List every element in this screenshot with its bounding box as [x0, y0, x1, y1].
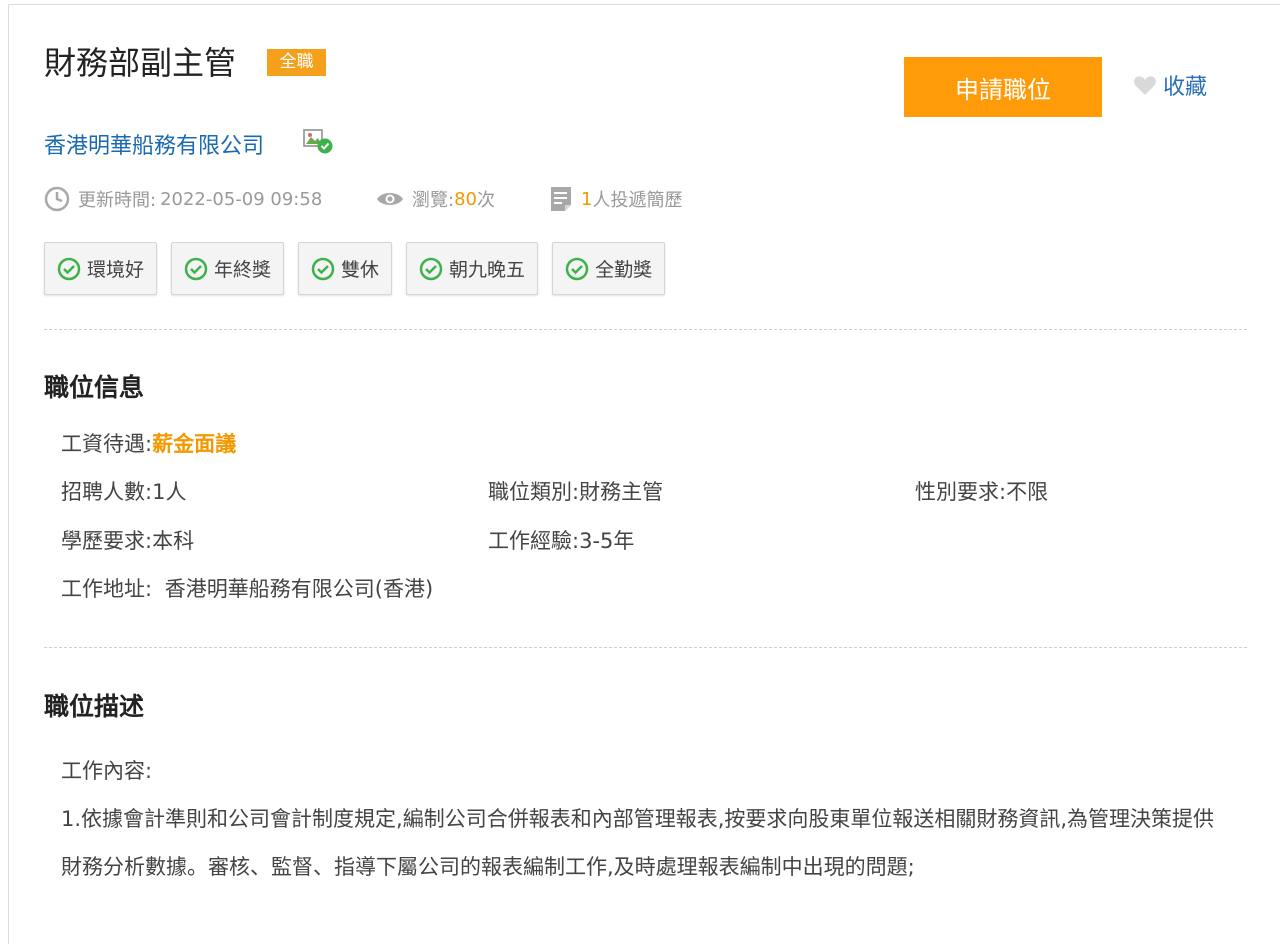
applicants-text: 人投遞簡歷 — [592, 190, 683, 211]
gender-row: 性別要求:不限 — [915, 476, 1048, 506]
check-circle-icon — [57, 257, 81, 280]
address-value: 香港明華船務有限公司(香港) — [164, 577, 434, 601]
job-description-heading: 職位描述 — [44, 692, 145, 721]
clock-icon — [44, 186, 70, 212]
salary-value: 薪金面議 — [152, 432, 237, 456]
category-row: 職位類別:財務主管 — [488, 476, 663, 506]
views-count: 80 — [454, 188, 477, 210]
benefit-tag-label: 全勤獎 — [595, 259, 653, 281]
benefit-tag: 雙休 — [298, 242, 393, 295]
check-circle-icon — [311, 257, 335, 280]
favorite-label: 收藏 — [1163, 75, 1208, 100]
apply-button-label: 申請職位 — [955, 76, 1051, 104]
salary-row: 工資待遇:薪金面議 — [61, 428, 236, 458]
job-description-body: 工作內容: 1.依據會計準則和公司會計制度規定,編制公司合併報表和內部管理報表,… — [61, 747, 1251, 891]
salary-label: 工資待遇: — [61, 432, 153, 456]
benefit-tag: 環境好 — [44, 242, 158, 295]
benefit-tags: 環境好 年終獎 雙休 朝九晚五 全勤獎 — [44, 242, 679, 295]
benefit-tag-label: 環境好 — [87, 259, 145, 281]
address-row: 工作地址: 香港明華船務有限公司(香港) — [61, 573, 433, 603]
views-unit: 次 — [476, 190, 495, 211]
description-item: 1.依據會計準則和公司會計制度規定,編制公司合併報表和內部管理報表,按要求向股東… — [61, 807, 1215, 879]
applicant-count: 1 人投遞簡歷 — [549, 185, 682, 213]
gender-label: 性別要求: — [915, 480, 1007, 504]
headcount-value: 1人 — [152, 480, 187, 504]
experience-value: 3-5年 — [579, 529, 635, 553]
education-row: 學歷要求:本科 — [61, 525, 194, 555]
category-value: 財務主管 — [579, 480, 664, 504]
company-link[interactable]: 香港明華船務有限公司 — [44, 128, 264, 160]
experience-label: 工作經驗: — [488, 529, 580, 553]
updated-value: 2022-05-09 09:58 — [160, 188, 323, 210]
address-label: 工作地址: — [61, 577, 153, 601]
benefit-tag-label: 雙休 — [341, 259, 380, 281]
category-label: 職位類別: — [488, 480, 580, 504]
work-content-label: 工作內容: — [61, 759, 153, 783]
verified-company-icon — [303, 129, 333, 154]
section-divider — [44, 647, 1247, 648]
gender-value: 不限 — [1006, 480, 1049, 504]
benefit-tag: 年終獎 — [171, 242, 285, 295]
check-circle-icon — [419, 257, 443, 280]
applicants-count: 1 — [581, 188, 593, 210]
benefit-tag-label: 朝九晚五 — [449, 259, 526, 281]
updated-time: 更新時間: 2022-05-09 09:58 — [44, 185, 322, 213]
headcount-row: 招聘人數:1人 — [61, 476, 186, 506]
experience-row: 工作經驗:3-5年 — [488, 525, 634, 555]
section-divider — [44, 329, 1247, 330]
check-circle-icon — [184, 257, 208, 280]
benefit-tag: 全勤獎 — [552, 242, 666, 295]
benefit-tag: 朝九晚五 — [406, 242, 539, 295]
favorite-button[interactable]: 收藏 — [1133, 70, 1207, 100]
document-icon — [551, 187, 571, 211]
benefit-tag-label: 年終獎 — [214, 259, 272, 281]
updated-label: 更新時間: — [78, 190, 157, 211]
job-title: 財務部副主管 — [44, 44, 237, 82]
check-circle-icon — [565, 257, 589, 280]
job-type-badge: 全職 — [267, 49, 326, 76]
headcount-label: 招聘人數: — [61, 480, 153, 504]
eye-icon — [377, 193, 403, 205]
job-info-heading: 職位信息 — [44, 373, 145, 402]
heart-icon — [1134, 76, 1156, 95]
education-value: 本科 — [152, 529, 195, 553]
education-label: 學歷要求: — [61, 529, 153, 553]
apply-button[interactable]: 申請職位 — [904, 57, 1102, 117]
view-count: 瀏覽: 80 次 — [376, 185, 495, 213]
views-label: 瀏覽: — [412, 190, 455, 211]
